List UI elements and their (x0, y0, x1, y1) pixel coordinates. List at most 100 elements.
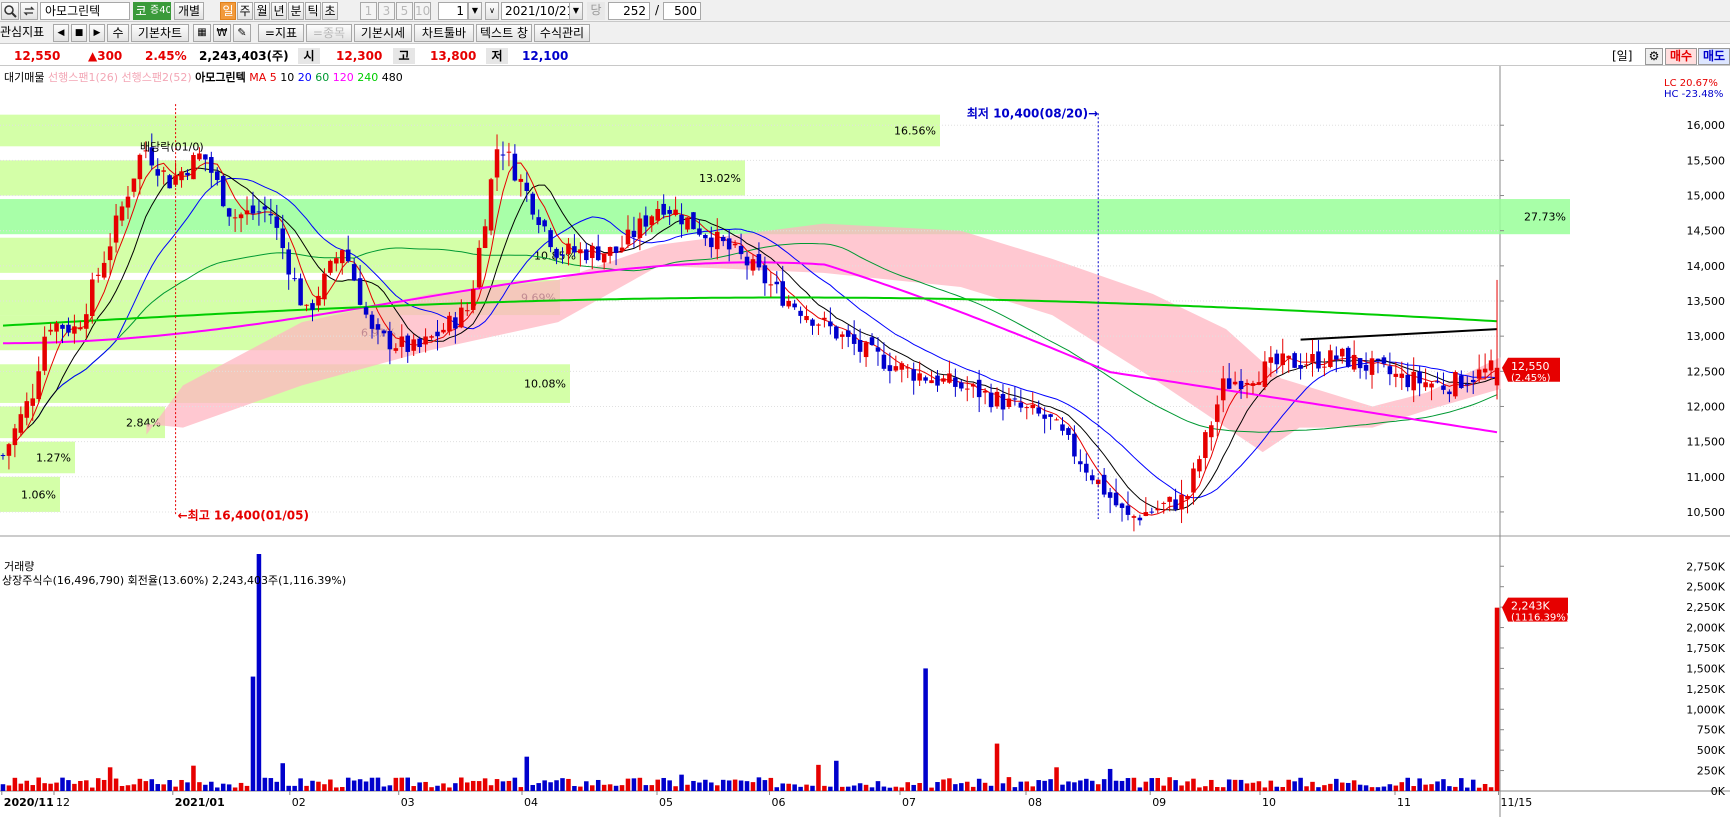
candle-body[interactable] (1310, 353, 1315, 362)
volume-bar[interactable] (423, 781, 428, 791)
candle-body[interactable] (810, 319, 815, 326)
volume-bar[interactable] (893, 786, 899, 791)
candle-body[interactable] (310, 303, 315, 310)
candle-body[interactable] (530, 193, 535, 215)
candle-body[interactable] (1179, 494, 1184, 510)
volume-bar[interactable] (1048, 779, 1053, 791)
volume-bar[interactable] (1113, 780, 1119, 791)
period-tab-6[interactable]: 초 (322, 2, 338, 20)
volume-bar[interactable] (1322, 785, 1327, 791)
candle-body[interactable] (119, 206, 125, 221)
candle-body[interactable] (185, 172, 190, 176)
candle-body[interactable] (322, 273, 327, 300)
volume-bar[interactable] (482, 778, 488, 791)
volume-bar[interactable] (1453, 786, 1458, 791)
volume-bar[interactable] (1274, 786, 1280, 791)
candle-body[interactable] (1220, 378, 1226, 401)
volume-bar[interactable] (36, 777, 41, 791)
candle-body[interactable] (1143, 512, 1149, 517)
candle-body[interactable] (762, 265, 768, 284)
volume-bar[interactable] (185, 782, 190, 791)
candle-body[interactable] (947, 373, 952, 383)
volume-bar[interactable] (453, 783, 458, 791)
candle-body[interactable] (601, 253, 607, 263)
volume-bar[interactable] (1066, 781, 1071, 791)
volume-bar[interactable] (1286, 779, 1291, 791)
volume-bar[interactable] (512, 777, 518, 791)
volume-bar[interactable] (1298, 777, 1303, 791)
volume-bar[interactable] (1351, 780, 1357, 791)
candle-body[interactable] (1298, 365, 1303, 369)
volume-bar[interactable] (1465, 787, 1470, 791)
volume-bar[interactable] (697, 782, 702, 791)
settings-gear-icon[interactable]: ⚙ (1645, 48, 1663, 65)
candle-body[interactable] (887, 365, 893, 371)
candle-body[interactable] (42, 336, 47, 371)
volume-bar[interactable] (357, 779, 363, 791)
candle-body[interactable] (304, 304, 309, 306)
candle-body[interactable] (1441, 385, 1446, 390)
candle-body[interactable] (703, 234, 708, 239)
candle-body[interactable] (1482, 368, 1488, 373)
volume-bar[interactable] (1060, 784, 1065, 791)
volume-bar[interactable] (1411, 786, 1416, 791)
candle-body[interactable] (1435, 381, 1440, 383)
volume-bar[interactable] (173, 786, 178, 791)
candle-body[interactable] (1048, 414, 1053, 417)
legend-stock[interactable]: 아모그린텍 (195, 71, 246, 84)
candle-body[interactable] (673, 209, 678, 215)
volume-bar[interactable] (863, 784, 869, 791)
candle-body[interactable] (1488, 360, 1494, 371)
volume-bar[interactable] (387, 785, 393, 791)
candle-body[interactable] (1387, 366, 1393, 375)
candle-body[interactable] (1226, 378, 1232, 389)
candle-body[interactable] (1476, 369, 1482, 379)
volume-bar[interactable] (851, 785, 857, 791)
volume-bar[interactable] (982, 782, 988, 791)
candle-body[interactable] (48, 329, 53, 332)
volume-bar[interactable] (268, 778, 274, 791)
volume-bar[interactable] (30, 785, 35, 791)
candle-body[interactable] (881, 354, 887, 369)
candle-body[interactable] (1024, 407, 1030, 409)
candle-body[interactable] (506, 151, 512, 153)
candle-body[interactable] (893, 366, 899, 371)
volume-bar[interactable] (1161, 785, 1166, 791)
candle-body[interactable] (209, 157, 214, 173)
volume-bar[interactable] (1405, 777, 1410, 791)
candle-body[interactable] (750, 259, 756, 271)
candle-body[interactable] (36, 371, 41, 399)
candle-body[interactable] (1470, 379, 1476, 383)
candle-body[interactable] (405, 335, 410, 352)
candle-body[interactable] (667, 209, 672, 214)
candle-body[interactable] (917, 373, 922, 381)
candle-body[interactable] (792, 303, 797, 308)
candle-body[interactable] (965, 388, 970, 390)
chart-toolbar-button[interactable]: 차트툴바 (414, 24, 474, 42)
item-button[interactable]: =종목 (306, 24, 352, 42)
candle-body[interactable] (345, 249, 351, 262)
candle-body[interactable] (738, 245, 744, 255)
candle-body[interactable] (393, 348, 399, 351)
candle-body[interactable] (1262, 361, 1268, 387)
candle-body[interactable] (1453, 371, 1458, 397)
candle-body[interactable] (715, 231, 720, 250)
candle-body[interactable] (982, 391, 988, 393)
candle-body[interactable] (845, 330, 851, 337)
volume-bar[interactable] (280, 763, 285, 791)
candle-body[interactable] (697, 228, 702, 235)
candle-body[interactable] (1119, 503, 1125, 508)
volume-bar[interactable] (1191, 778, 1196, 791)
candle-body[interactable] (1167, 496, 1172, 502)
volume-bar[interactable] (923, 668, 928, 791)
candle-body[interactable] (280, 228, 285, 249)
candle-body[interactable] (607, 247, 613, 256)
candle-body[interactable] (512, 153, 518, 181)
volume-bar[interactable] (197, 782, 202, 791)
candle-body[interactable] (1274, 353, 1280, 365)
stock-name-input[interactable]: 아모그린텍 (40, 2, 130, 20)
volume-bar[interactable] (661, 777, 666, 791)
volume-bar[interactable] (798, 786, 803, 791)
volume-bar[interactable] (1256, 781, 1262, 791)
volume-bar[interactable] (286, 785, 291, 791)
